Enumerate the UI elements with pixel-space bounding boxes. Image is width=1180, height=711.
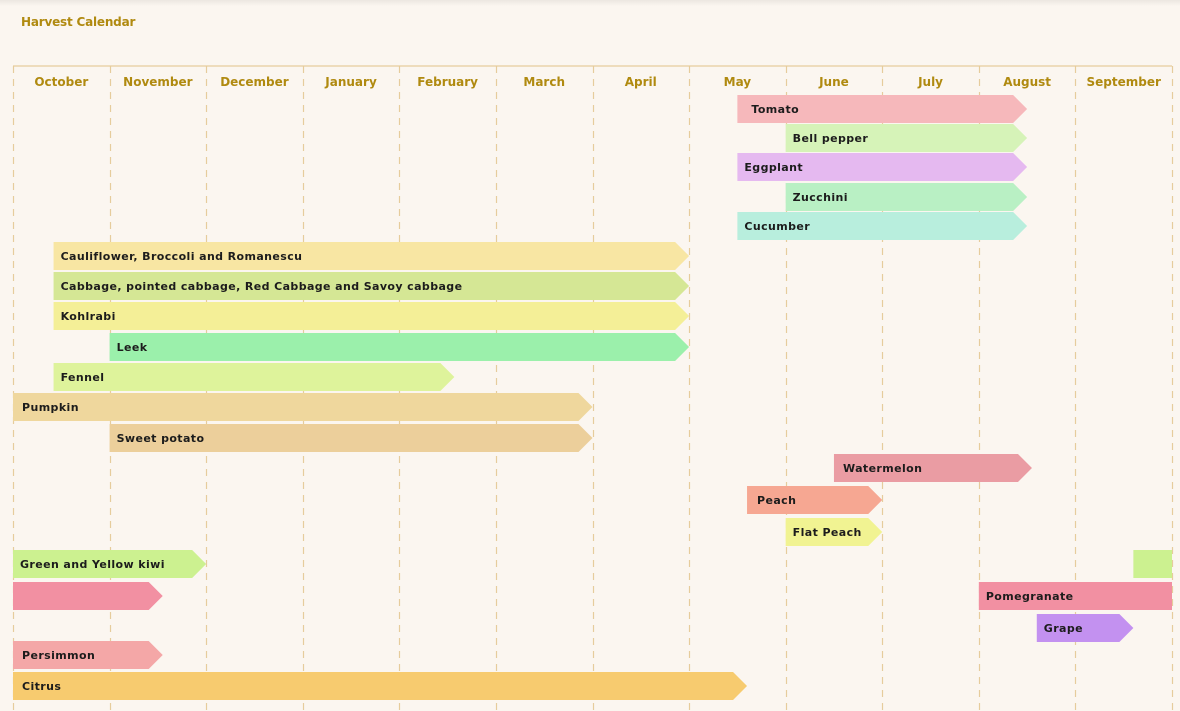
bar-segment[interactable] xyxy=(13,582,163,610)
bar-segment[interactable] xyxy=(13,393,593,421)
bar-label: Persimmon xyxy=(22,649,95,662)
bar-green-and-yellow-kiwi[interactable]: Green and Yellow kiwi xyxy=(13,550,1172,578)
bar-segment[interactable] xyxy=(1133,550,1172,578)
bar-label: Flat Peach xyxy=(793,526,862,539)
bar-cucumber[interactable]: Cucumber xyxy=(737,212,1028,240)
bar-label: Eggplant xyxy=(744,161,803,174)
bar-label: Green and Yellow kiwi xyxy=(20,558,165,571)
bar-label: Cabbage, pointed cabbage, Red Cabbage an… xyxy=(61,280,463,293)
bar-leek[interactable]: Leek xyxy=(109,333,690,361)
month-label-december: December xyxy=(220,75,289,89)
bar-tomato[interactable]: Tomato xyxy=(737,95,1028,123)
bar-fennel[interactable]: Fennel xyxy=(53,363,455,391)
bar-label: Pomegranate xyxy=(986,590,1074,603)
bar-citrus[interactable]: Citrus xyxy=(13,672,748,700)
bar-eggplant[interactable]: Eggplant xyxy=(737,153,1028,181)
bar-zucchini[interactable]: Zucchini xyxy=(785,183,1028,211)
bars: Tomato Bell pepper Eggplant Zucchini Cucumbe… xyxy=(13,95,1172,700)
month-label-january: January xyxy=(324,75,377,89)
month-label-may: May xyxy=(724,75,752,89)
month-label-june: June xyxy=(818,75,849,89)
bar-kohlrabi[interactable]: Kohlrabi xyxy=(53,302,690,330)
bar-watermelon[interactable]: Watermelon xyxy=(833,454,1032,482)
bar-cabbage-pointed-cabbage-red-cabbage-and-savoy-cabbage[interactable]: Cabbage, pointed cabbage, Red Cabbage an… xyxy=(53,272,690,300)
bar-label: Sweet potato xyxy=(117,432,205,445)
bar-label: Pumpkin xyxy=(22,401,79,414)
bar-bell-pepper[interactable]: Bell pepper xyxy=(785,124,1028,152)
month-headers: October November December January February Ma… xyxy=(34,75,1161,89)
bar-cauliflower-broccoli-and-romanescu[interactable]: Cauliflower, Broccoli and Romanescu xyxy=(53,242,690,270)
month-label-february: February xyxy=(417,75,478,89)
bar-segment[interactable] xyxy=(53,302,690,330)
bar-label: Watermelon xyxy=(843,462,922,475)
harvest-gantt-chart: October November December January February Ma… xyxy=(12,65,1174,711)
month-label-september: September xyxy=(1087,75,1161,89)
bar-pumpkin[interactable]: Pumpkin xyxy=(13,393,593,421)
bar-label: Fennel xyxy=(61,371,105,384)
bar-label: Grape xyxy=(1044,622,1083,635)
bar-label: Peach xyxy=(757,494,796,507)
bar-label: Leek xyxy=(117,341,148,354)
month-label-october: October xyxy=(34,75,88,89)
bar-label: Bell pepper xyxy=(793,132,869,145)
month-label-august: August xyxy=(1003,75,1051,89)
bar-persimmon[interactable]: Persimmon xyxy=(13,641,163,669)
month-label-july: July xyxy=(917,75,943,89)
month-label-april: April xyxy=(625,75,657,89)
bar-segment[interactable] xyxy=(53,363,455,391)
bar-segment[interactable] xyxy=(109,333,690,361)
bar-flat-peach[interactable]: Flat Peach xyxy=(785,518,883,546)
month-label-november: November xyxy=(123,75,192,89)
bar-label: Citrus xyxy=(22,680,61,693)
bar-pomegranate[interactable]: Pomegranate xyxy=(13,582,1172,610)
month-label-march: March xyxy=(523,75,565,89)
bar-label: Cauliflower, Broccoli and Romanescu xyxy=(61,250,303,263)
bar-label: Zucchini xyxy=(793,191,848,204)
bar-label: Cucumber xyxy=(744,220,810,233)
bar-grape[interactable]: Grape xyxy=(1036,614,1134,642)
bar-sweet-potato[interactable]: Sweet potato xyxy=(109,424,593,452)
bar-label: Kohlrabi xyxy=(61,310,116,323)
bar-segment[interactable] xyxy=(13,672,748,700)
bar-label: Tomato xyxy=(751,103,799,116)
bar-peach[interactable]: Peach xyxy=(747,486,883,514)
